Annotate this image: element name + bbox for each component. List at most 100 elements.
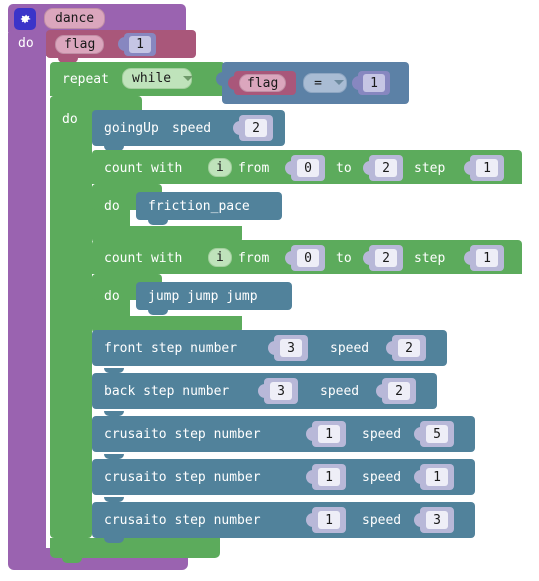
count-loop-2-step-field[interactable]: 1 [476, 249, 498, 267]
crusaito-2-speed-label: speed [362, 470, 402, 485]
crusaito-3-step-number-field[interactable]: 1 [318, 511, 340, 529]
count-loop-1-to-block[interactable]: 2 [369, 155, 403, 181]
crusaito-1-step-number-text: 1 [325, 426, 333, 442]
count-loop-1-do-label: do [104, 199, 120, 214]
count-loop-2-step-text: 1 [483, 250, 491, 266]
goingup-speed-value-block[interactable]: 2 [239, 115, 273, 141]
crusaito-2-step-number-block[interactable]: 1 [312, 464, 346, 490]
friction-pace-label: friction_pace [148, 199, 250, 214]
crusaito-1-step-number-field[interactable]: 1 [318, 425, 340, 443]
count-loop-1-from-text: 0 [304, 160, 312, 176]
goingup-speed-field[interactable]: 2 [245, 119, 267, 137]
count-loop-1-from-block[interactable]: 0 [291, 155, 325, 181]
count-loop-2-to-label: to [336, 251, 352, 266]
crusaito-1-bottom-notch [104, 454, 124, 459]
count-loop-2-from-block[interactable]: 0 [291, 245, 325, 271]
count-loop-1-var-field[interactable]: i [208, 158, 232, 177]
procedure-left-column [8, 30, 46, 560]
crusaito-2-label: crusaito step number [104, 470, 261, 485]
goingup-speed-label: speed [172, 121, 212, 136]
count-loop-1-step-field[interactable]: 1 [476, 159, 498, 177]
set-variable-name-field[interactable]: flag [55, 35, 105, 54]
comparison-right-value-text: 1 [370, 75, 378, 91]
count-loop-1-to-text: 2 [382, 160, 390, 176]
front-speed-block[interactable]: 2 [392, 335, 426, 361]
count-loop-2-step-block[interactable]: 1 [470, 245, 504, 271]
crusaito-1-speed-field[interactable]: 5 [426, 425, 448, 443]
count-loop-1-from-field[interactable]: 0 [297, 159, 319, 177]
count-loop-1-to-label: to [336, 161, 352, 176]
count-loop-2-var-text: i [216, 250, 224, 265]
back-speed-field[interactable]: 2 [388, 382, 410, 400]
repeat-loop-mode-dropdown[interactable]: while [122, 68, 193, 89]
front-bottom-notch [104, 368, 124, 373]
count-loop-1-step-block[interactable]: 1 [470, 155, 504, 181]
front-step-number-field[interactable]: 3 [280, 339, 302, 357]
set-variable-value-text: 1 [136, 37, 144, 52]
count-loop-2-from-field[interactable]: 0 [297, 249, 319, 267]
crusaito-2-bottom-notch [104, 497, 124, 502]
set-variable-name-text: flag [64, 37, 96, 52]
crusaito-3-speed-block[interactable]: 3 [420, 507, 454, 533]
crusaito-3-speed-label: speed [362, 513, 402, 528]
count-loop-1-to-field[interactable]: 2 [375, 159, 397, 177]
crusaito-2-speed-field[interactable]: 1 [426, 468, 448, 486]
repeat-loop-mode-text: while [132, 71, 172, 86]
procedure-name-field[interactable]: dance [44, 8, 106, 29]
back-speed-text: 2 [395, 383, 403, 399]
crusaito-3-speed-text: 3 [433, 512, 441, 528]
crusaito-2-speed-block[interactable]: 1 [420, 464, 454, 490]
count-loop-2-to-text: 2 [382, 250, 390, 266]
crusaito-1-speed-block[interactable]: 5 [420, 421, 454, 447]
back-bottom-notch [104, 411, 124, 416]
back-speed-block[interactable]: 2 [382, 378, 416, 404]
back-step-number-field[interactable]: 3 [270, 382, 292, 400]
procedure-do-label: do [18, 36, 34, 51]
crusaito-3-label: crusaito step number [104, 513, 261, 528]
back-speed-label: speed [320, 384, 360, 399]
count-loop-1-step-label: step [414, 161, 446, 176]
repeat-loop-bottom-notch [62, 558, 82, 563]
back-step-number-block[interactable]: 3 [264, 378, 298, 404]
crusaito-1-label: crusaito step number [104, 427, 261, 442]
comparison-operator-text: = [314, 75, 322, 91]
front-speed-field[interactable]: 2 [398, 339, 420, 357]
comparison-left-variable-field[interactable]: flag [239, 74, 287, 92]
count-loop-2-to-field[interactable]: 2 [375, 249, 397, 267]
set-variable-value-block[interactable]: 1 [124, 33, 156, 56]
goingup-label: goingUp [104, 121, 159, 136]
count-loop-2-from-label: from [238, 251, 270, 266]
crusaito-3-speed-field[interactable]: 3 [426, 511, 448, 529]
crusaito-1-step-number-block[interactable]: 1 [312, 421, 346, 447]
count-loop-2-from-text: 0 [304, 250, 312, 266]
comparison-right-value-field[interactable]: 1 [363, 74, 385, 92]
comparison-right-value-block[interactable]: 1 [358, 71, 390, 95]
front-speed-text: 2 [405, 340, 413, 356]
repeat-loop-footer [50, 538, 220, 558]
count-loop-2-to-block[interactable]: 2 [369, 245, 403, 271]
friction-pace-bottom-notch [148, 220, 168, 225]
crusaito-1-speed-text: 5 [433, 426, 441, 442]
count-loop-2-var-field[interactable]: i [208, 248, 232, 267]
count-loop-1-var-text: i [216, 160, 224, 175]
crusaito-2-speed-text: 1 [433, 469, 441, 485]
back-label: back step number [104, 384, 230, 399]
front-label: front step number [104, 341, 238, 356]
front-step-number-block[interactable]: 3 [274, 335, 308, 361]
count-loop-1-step-text: 1 [483, 160, 491, 176]
crusaito-3-bottom-notch [104, 538, 124, 543]
chevron-down-icon[interactable] [183, 76, 193, 81]
set-variable-value-field[interactable]: 1 [129, 36, 151, 53]
crusaito-2-step-number-field[interactable]: 1 [318, 468, 340, 486]
chevron-down-icon-operator[interactable] [334, 80, 344, 85]
crusaito-1-speed-label: speed [362, 427, 402, 442]
goingup-speed-text: 2 [252, 120, 260, 136]
count-loop-1-count-with-label: count with [104, 161, 183, 176]
crusaito-3-step-number-block[interactable]: 1 [312, 507, 346, 533]
gear-icon[interactable] [14, 8, 36, 30]
jump-label: jump jump jump [148, 289, 258, 304]
crusaito-3-step-number-text: 1 [325, 512, 333, 528]
repeat-loop-left-column [50, 96, 92, 538]
blockly-workspace[interactable]: dance do flag 1 repeat while do flag = 1 [0, 0, 539, 581]
count-loop-2-count-with-label: count with [104, 251, 183, 266]
